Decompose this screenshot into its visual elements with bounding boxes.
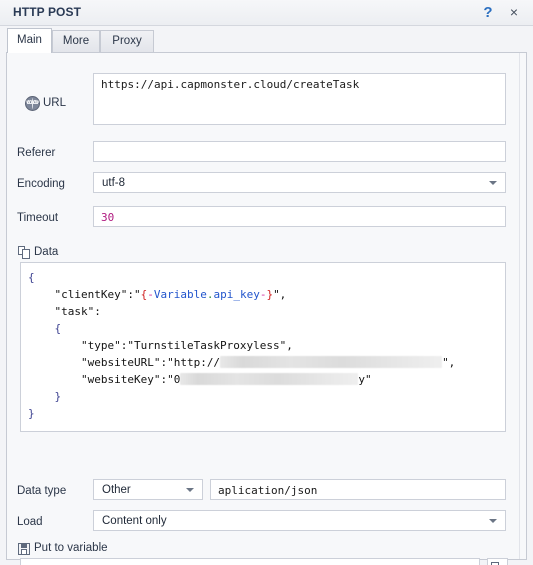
tab-strip: Main More Proxy xyxy=(0,26,533,53)
redacted-text xyxy=(180,373,359,385)
tab-main[interactable]: Main xyxy=(7,28,52,53)
timeout-value: 30 xyxy=(101,211,115,224)
globe-icon-text: www xyxy=(26,99,39,105)
data-code: { "clientKey":"{-Variable.api_key-}", "t… xyxy=(28,269,455,422)
code-line: "clientKey":"{-Variable.api_key-}", xyxy=(28,286,455,303)
code-line: "task": xyxy=(28,303,455,320)
data-editor[interactable]: { "clientKey":"{-Variable.api_key-}", "t… xyxy=(20,262,506,432)
encoding-label: Encoding xyxy=(17,178,65,190)
code-token: api_key xyxy=(213,288,260,301)
referer-input[interactable] xyxy=(93,141,506,162)
redacted-text xyxy=(220,356,443,368)
code-token: "clientKey":" xyxy=(54,288,141,301)
code-token: } xyxy=(28,407,35,420)
encoding-select[interactable]: utf-8 xyxy=(93,172,506,193)
code-token: Variable xyxy=(153,288,207,301)
code-token: } xyxy=(54,390,62,403)
load-value: Content only xyxy=(102,515,167,527)
load-select[interactable]: Content only xyxy=(93,510,506,531)
chevron-down-icon[interactable] xyxy=(186,487,194,492)
code-token: ", xyxy=(442,356,456,369)
chevron-down-icon[interactable] xyxy=(489,518,497,523)
result-variable-select[interactable]: res xyxy=(20,558,480,565)
chevron-down-icon[interactable] xyxy=(489,180,497,185)
code-line: "websiteURL":"http:// ", xyxy=(28,354,455,371)
code-token: { xyxy=(28,271,35,284)
code-line: } xyxy=(28,388,455,405)
code-token: "websiteKey":"0 xyxy=(80,373,181,386)
code-token: "websiteURL":"http:// xyxy=(80,356,221,369)
tab-more[interactable]: More xyxy=(52,30,100,53)
http-post-dialog: HTTP POST ? × Main More Proxy www URL ht… xyxy=(0,0,533,565)
scroll-gutter[interactable] xyxy=(519,53,526,559)
title-bar: HTTP POST ? × xyxy=(0,0,533,26)
help-button[interactable]: ? xyxy=(477,2,499,23)
code-line: { xyxy=(28,320,455,337)
timeout-input[interactable]: 30 xyxy=(93,206,506,227)
data-type-value: Other xyxy=(102,484,131,496)
code-line: { xyxy=(28,269,455,286)
data-label: Data xyxy=(34,246,59,258)
copy-sheets-icon xyxy=(18,246,30,259)
timeout-label: Timeout xyxy=(17,212,59,224)
globe-www-icon: www xyxy=(25,96,40,111)
url-input[interactable]: https://api.capmonster.cloud/createTask xyxy=(93,73,506,125)
encoding-value: utf-8 xyxy=(102,177,126,189)
url-label: URL xyxy=(43,97,67,109)
code-token: y" xyxy=(358,373,372,386)
save-floppy-icon xyxy=(18,543,30,555)
data-type-select[interactable]: Other xyxy=(93,479,203,500)
load-label: Load xyxy=(17,516,43,528)
put-to-variable-label: Put to variable xyxy=(34,542,108,554)
code-token: { xyxy=(54,322,62,335)
window-title: HTTP POST xyxy=(13,5,82,19)
close-button[interactable]: × xyxy=(503,2,525,23)
data-type-label: Data type xyxy=(17,485,67,497)
copy-variable-button[interactable] xyxy=(487,558,508,565)
tab-proxy[interactable]: Proxy xyxy=(100,30,154,53)
code-token: "type":"TurnstileTaskProxyless", xyxy=(80,339,293,352)
code-line: "type":"TurnstileTaskProxyless", xyxy=(28,337,455,354)
data-type-custom-value: aplication/json xyxy=(218,484,318,497)
code-token: "task": xyxy=(54,305,101,318)
code-token: ", xyxy=(273,288,287,301)
data-type-custom-input[interactable]: aplication/json xyxy=(210,479,506,500)
code-line: "websiteKey":"0 y" xyxy=(28,371,455,388)
code-token: - xyxy=(147,288,154,301)
referer-label: Referer xyxy=(17,147,56,159)
url-value: https://api.capmonster.cloud/createTask xyxy=(101,78,360,91)
code-line: } xyxy=(28,405,455,422)
